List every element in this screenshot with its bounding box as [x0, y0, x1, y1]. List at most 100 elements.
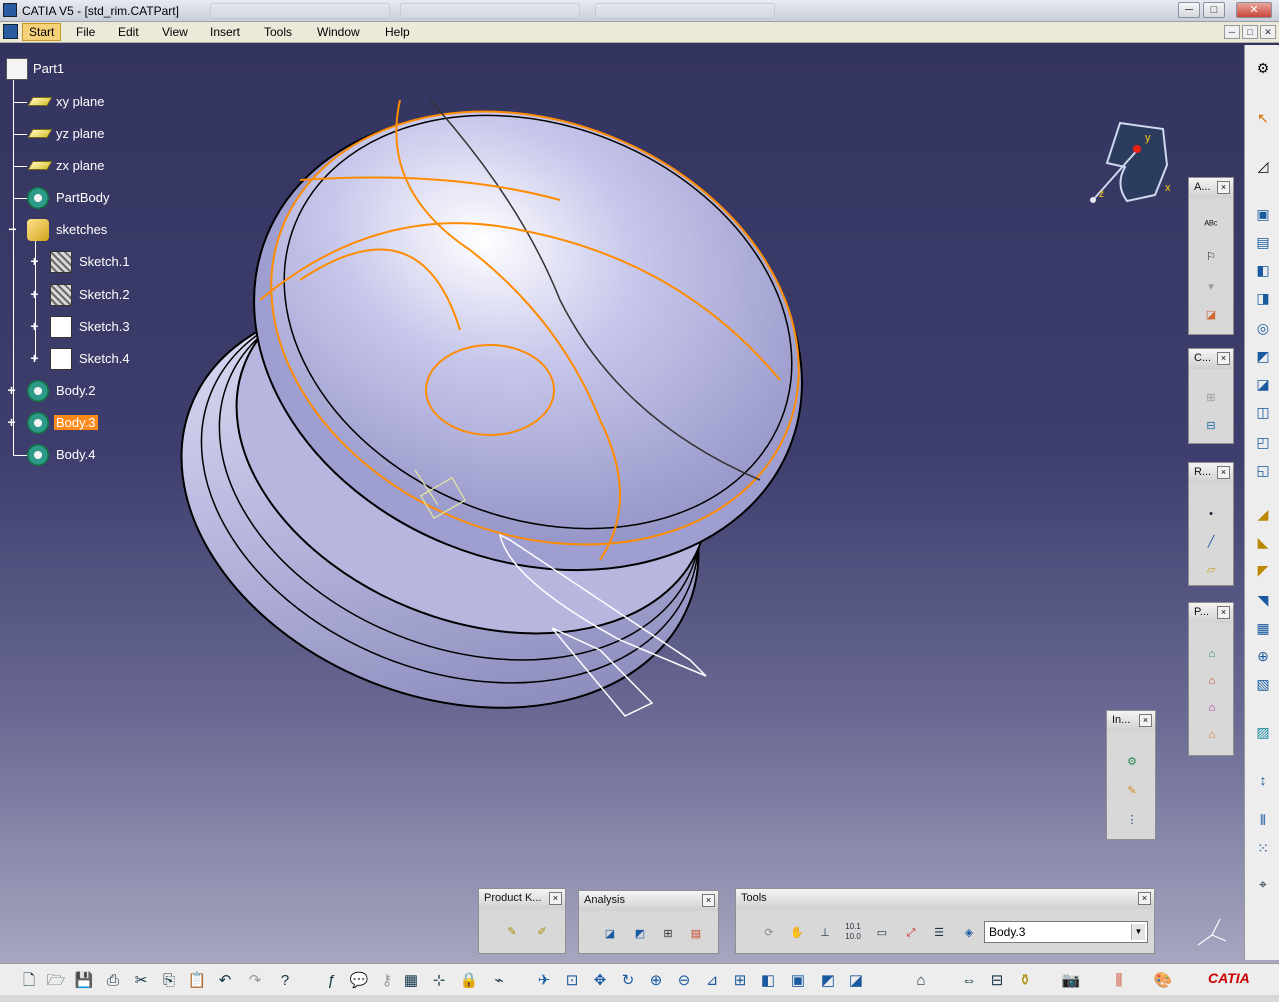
capture-camera-icon[interactable]: 📷 — [1060, 970, 1082, 992]
insert-geometrical-set-icon[interactable]: ✎ — [1121, 780, 1143, 802]
collapse-icon[interactable]: − — [7, 222, 18, 236]
groove-icon[interactable]: ◨ — [1252, 287, 1274, 309]
iso-view-icon[interactable]: ◧ — [757, 970, 779, 992]
formula-icon[interactable]: ƒ — [320, 970, 342, 992]
swap-visible-icon[interactable]: ◪ — [845, 970, 867, 992]
rectangular-pattern-icon[interactable]: ⌂ — [1201, 643, 1223, 665]
pan-icon[interactable]: ✥ — [589, 970, 611, 992]
tree-node-sketch-2[interactable]: + Sketch.2 — [0, 284, 220, 306]
redo-icon[interactable]: ↷ — [244, 970, 266, 992]
stiffener-icon[interactable]: ◫ — [1252, 401, 1274, 423]
sketcher-icon[interactable]: ◿ — [1252, 155, 1274, 177]
expand-icon[interactable]: + — [29, 287, 40, 301]
close-button[interactable]: ✕ — [1236, 2, 1272, 18]
text-abc-icon[interactable]: ᴬᴮᶜ — [1200, 214, 1222, 236]
menu-view[interactable]: View — [162, 25, 188, 39]
measure-item-icon[interactable]: ⊟ — [986, 970, 1008, 992]
menu-start[interactable]: Start — [22, 23, 62, 41]
new-file-icon[interactable]: 🗋 — [18, 970, 40, 992]
toolbar-close-button[interactable]: × — [1217, 181, 1230, 194]
tree-node-xy-plane[interactable]: xy plane — [0, 91, 200, 113]
save-icon[interactable]: 💾 — [73, 970, 95, 992]
zoom-out-icon[interactable]: ⊖ — [673, 970, 695, 992]
tree-node-sketches[interactable]: − sketches — [0, 219, 200, 241]
datum-icon[interactable]: ▾ — [1200, 276, 1222, 298]
measure-icon[interactable]: ⌖ — [1252, 873, 1274, 895]
update-icon[interactable]: ⟳ — [758, 922, 780, 944]
cut-icon[interactable]: ✂ — [130, 970, 152, 992]
thread-icon[interactable]: ⊕ — [1252, 645, 1274, 667]
tree-node-partbody[interactable]: PartBody — [0, 187, 200, 209]
menu-file[interactable]: File — [76, 25, 95, 39]
doc-close-button[interactable]: ✕ — [1260, 25, 1276, 39]
toolbar-close-button[interactable]: × — [549, 892, 562, 905]
document-icon[interactable] — [3, 24, 18, 39]
pad-icon[interactable]: ▣ — [1252, 203, 1274, 225]
tree-node-body-3[interactable]: + Body.3 — [0, 412, 200, 434]
normal-view-icon[interactable]: ⊿ — [701, 970, 723, 992]
plane-tool-icon[interactable]: ▱ — [1200, 559, 1222, 581]
gear-icon[interactable]: ⚙ — [1252, 57, 1274, 79]
doc-minimize-button[interactable]: ─ — [1224, 25, 1240, 39]
list-icon[interactable]: ☰ — [928, 922, 950, 944]
knowledge-template-icon[interactable]: ✎ — [501, 921, 523, 943]
shaft-icon[interactable]: ◧ — [1252, 259, 1274, 281]
toolbar-close-button[interactable]: × — [702, 894, 715, 907]
scaling-icon[interactable]: ⌂ — [1201, 724, 1223, 746]
split-icon[interactable]: ▨ — [1252, 721, 1274, 743]
measure-between-icon[interactable]: ⇔ — [958, 970, 980, 992]
axis-system-icon[interactable]: ⊥ — [814, 922, 836, 944]
dimensions-icon[interactable]: 10.1 10.0 — [842, 922, 864, 944]
knowledge-icon[interactable]: ⚷ — [376, 970, 398, 992]
whats-this-icon[interactable]: ? — [274, 970, 296, 992]
tree-node-body-4[interactable]: Body.4 — [0, 444, 200, 466]
toolbar-title[interactable]: Analysis — [579, 891, 718, 911]
fly-mode-icon[interactable]: ✈ — [533, 970, 555, 992]
select-arrow-icon[interactable]: ↖ — [1252, 107, 1274, 129]
background-window-tab[interactable] — [210, 3, 390, 19]
doc-restore-button[interactable]: □ — [1242, 25, 1258, 39]
shell-icon[interactable]: ◥ — [1252, 589, 1274, 611]
expand-icon[interactable]: + — [6, 415, 17, 429]
slot-icon[interactable]: ◪ — [1252, 373, 1274, 395]
expand-icon[interactable]: + — [29, 351, 40, 365]
translation-icon[interactable]: ↕ — [1252, 769, 1274, 791]
zoom-in-icon[interactable]: ⊕ — [645, 970, 667, 992]
comment-icon[interactable]: 💬 — [348, 970, 370, 992]
toolbar-close-button[interactable]: × — [1139, 714, 1152, 727]
copy-icon[interactable]: ⎘ — [158, 970, 180, 992]
draft-icon[interactable]: ◤ — [1252, 559, 1274, 581]
insert-ordered-set-icon[interactable]: ⋮ — [1121, 809, 1143, 831]
menu-help[interactable]: Help — [385, 25, 410, 39]
apply-material-icon[interactable]: ⫼ — [1108, 970, 1130, 992]
work-object-icon[interactable]: ◈ — [958, 922, 980, 944]
porcupine-analysis-icon[interactable]: ▤ — [685, 923, 707, 945]
toolbar-title[interactable]: Tools — [736, 889, 1154, 909]
compass[interactable]: x y z — [1085, 115, 1180, 210]
open-folder-icon[interactable]: 🗁 — [45, 970, 67, 992]
photo-studio-icon[interactable]: 🎨 — [1152, 970, 1174, 992]
toolbar-close-button[interactable]: × — [1217, 606, 1230, 619]
lock-icon[interactable]: 🔒 — [458, 970, 480, 992]
hole-icon[interactable]: ◎ — [1252, 317, 1274, 339]
toolbar-close-button[interactable]: × — [1217, 352, 1230, 365]
expand-icon[interactable]: + — [6, 383, 17, 397]
undo-icon[interactable]: ↶ — [214, 970, 236, 992]
constraint-defined-icon[interactable]: ⊟ — [1200, 415, 1222, 437]
grab-hand-icon[interactable]: ✋ — [786, 922, 808, 944]
curvature-analysis-icon[interactable]: ◩ — [629, 923, 651, 945]
tree-node-part1[interactable]: Part1 — [2, 58, 182, 80]
restore-button[interactable]: □ — [1203, 2, 1225, 18]
sectioning-icon[interactable]: ⌂ — [910, 970, 932, 992]
chamfer-icon[interactable]: ◣ — [1252, 531, 1274, 553]
catalog-icon[interactable]: ⊹ — [428, 970, 450, 992]
tree-node-zx-plane[interactable]: zx plane — [0, 155, 200, 177]
table-icon[interactable]: ▦ — [400, 970, 422, 992]
chevron-down-icon[interactable]: ▼ — [1131, 924, 1145, 940]
rotate-icon[interactable]: ↻ — [617, 970, 639, 992]
circular-pattern-icon[interactable]: ⌂ — [1201, 670, 1223, 692]
draft-analysis-icon[interactable]: ◪ — [599, 923, 621, 945]
insert-body-icon[interactable]: ⚙ — [1121, 751, 1143, 773]
mirror-icon[interactable]: ⫴ — [1252, 809, 1274, 831]
expand-icon[interactable]: + — [29, 254, 40, 268]
